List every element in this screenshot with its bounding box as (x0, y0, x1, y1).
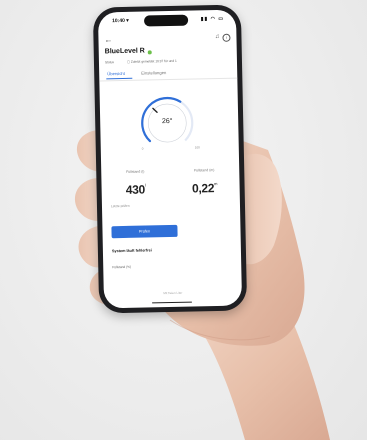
top-bar: ← ♫ i (98, 32, 236, 49)
stat-fill-liters: Füllstand (l) 430l (105, 169, 166, 197)
back-arrow-icon[interactable]: ← (104, 35, 112, 44)
tab-bar: Übersicht Einstellungen (99, 65, 238, 82)
online-status-dot (147, 50, 152, 55)
phone: 10:40 ▾ ▮▮ ◠ ▭ ← ♫ i BlueLevel R Status … (92, 4, 248, 314)
dynamic-island (143, 14, 189, 27)
gauge-min-label: 0 (141, 146, 144, 151)
page-title: BlueLevel R (104, 47, 145, 56)
status-section-title: System läuft fehlerfrei (111, 248, 152, 254)
info-icon[interactable]: i (222, 33, 231, 42)
active-tab-indicator (106, 77, 133, 80)
stat-label: Füllstand (m) (193, 168, 215, 173)
meta-key: Status (104, 60, 115, 65)
device-meta: Status ▢ Zuletzt gemeldet 10:37 für und … (104, 58, 231, 65)
stat-value: 430l (125, 182, 146, 197)
tab-settings[interactable]: Einstellungen (141, 70, 166, 76)
meta-value: ▢ Zuletzt gemeldet 10:37 für und 1 (126, 58, 177, 64)
note-text: Letzte prüfen (110, 203, 130, 209)
tab-overview[interactable]: Übersicht (107, 71, 125, 76)
footer-text: Mit freien Liter (163, 290, 183, 296)
home-indicator (151, 301, 193, 304)
status-bar: 10:40 ▾ ▮▮ ◠ ▭ (98, 13, 236, 28)
status-icons: ▮▮ ◠ ▭ (200, 15, 225, 23)
bell-icon[interactable]: ♫ (215, 34, 220, 40)
check-button[interactable]: Prüfen (111, 224, 178, 239)
stat-value: 0,22m (191, 181, 218, 196)
temperature-gauge: 26° 0 100 (127, 90, 208, 158)
gauge-max-label: 100 (194, 145, 200, 150)
status-time: 10:40 ▾ (112, 17, 129, 25)
field-label: Füllstand (%) (112, 264, 132, 270)
app-screen: 10:40 ▾ ▮▮ ◠ ▭ ← ♫ i BlueLevel R Status … (97, 9, 243, 309)
stat-label: Füllstand (l) (126, 169, 145, 174)
stat-fill-meters: Füllstand (m) 0,22m (174, 168, 235, 196)
